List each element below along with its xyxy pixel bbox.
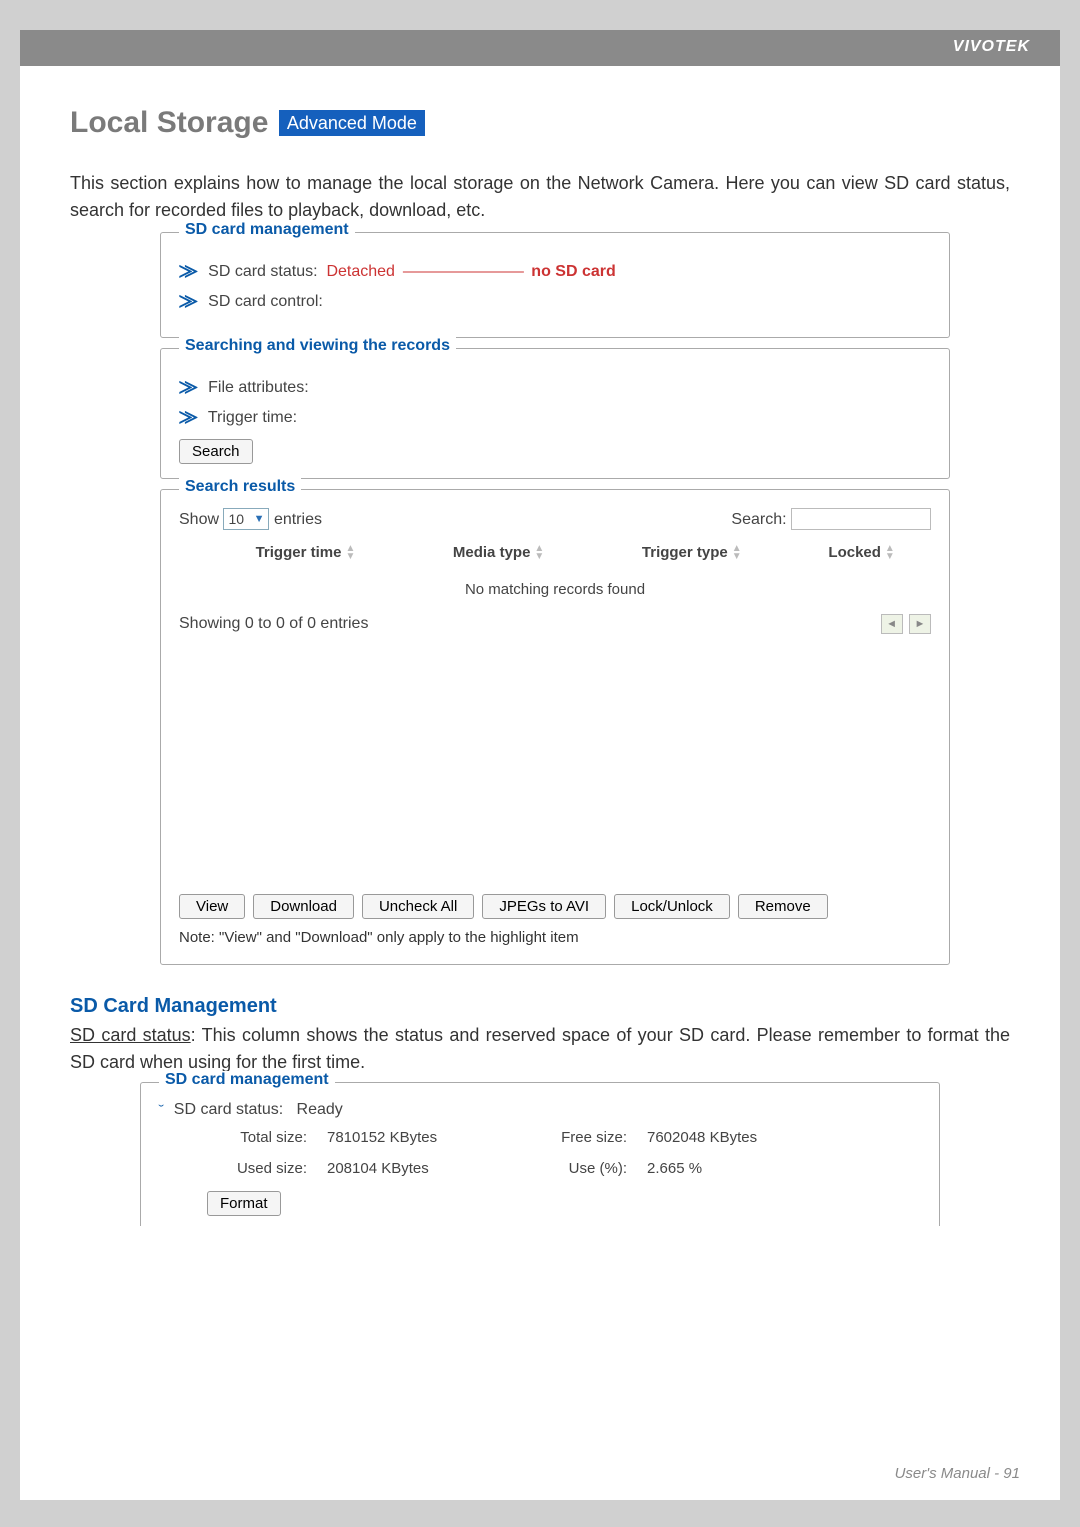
action-note: Note: "View" and "Download" only apply t… — [179, 929, 931, 946]
view-button[interactable]: View — [179, 894, 245, 919]
sd-card-management-heading: SD Card Management — [70, 995, 1060, 1018]
sd-status-row: ⨠ SD card status: Detached ———————— no S… — [179, 263, 931, 281]
jpegs-to-avi-button[interactable]: JPEGs to AVI — [482, 894, 606, 919]
prev-page-button[interactable]: ◄ — [881, 614, 903, 634]
results-footer: Showing 0 to 0 of 0 entries ◄ ► — [179, 614, 931, 634]
sd-status-underline: SD card status — [70, 1025, 191, 1045]
sd-status-value: Detached — [322, 263, 395, 280]
format-button[interactable]: Format — [207, 1191, 281, 1216]
sort-icon: ▲▼ — [885, 545, 895, 561]
advanced-mode-badge: Advanced Mode — [279, 110, 425, 136]
no-match-message: No matching records found — [179, 567, 931, 608]
free-size-value: 7602048 KBytes — [647, 1129, 817, 1146]
used-size-value: 208104 KBytes — [327, 1160, 517, 1177]
status-line: ———————— — [399, 263, 522, 280]
bullet-icon: ⨠ — [179, 379, 198, 396]
bullet-icon: ⨠ — [179, 263, 198, 280]
sort-icon: ▲▼ — [732, 545, 742, 561]
sort-icon: ▲▼ — [345, 545, 355, 561]
entries-value: 10 — [228, 511, 244, 527]
free-size-label: Free size: — [517, 1129, 647, 1146]
entries-select[interactable]: 10 ▼ — [223, 508, 269, 530]
results-toolbar: Show 10 ▼ entries Search: — [179, 508, 931, 530]
sd-card-management-text: SD card status: This column shows the st… — [20, 1022, 1060, 1076]
table-header-row: Trigger time▲▼ Media type▲▼ Trigger type… — [179, 538, 931, 567]
showing-text: Showing 0 to 0 of 0 entries — [179, 615, 368, 633]
file-attributes-row: ⨠ File attributes: — [179, 379, 931, 397]
used-size-label: Used size: — [187, 1160, 327, 1177]
bullet-icon: ⨠ — [179, 293, 198, 310]
next-page-button[interactable]: ► — [909, 614, 931, 634]
sd-status-label: SD card status: — [208, 263, 317, 280]
action-button-row: View Download Uncheck All JPEGs to AVI L… — [179, 894, 931, 919]
col-trigger-time[interactable]: Trigger time▲▼ — [205, 538, 406, 567]
sd-status-label: SD card status: — [174, 1101, 283, 1118]
brand-label: VIVOTEK — [953, 38, 1030, 56]
trigger-time-row: ⨠ Trigger time: — [179, 409, 931, 427]
file-attributes-label: File attributes: — [208, 379, 308, 396]
lock-unlock-button[interactable]: Lock/Unlock — [614, 894, 730, 919]
total-size-value: 7810152 KBytes — [327, 1129, 517, 1146]
total-size-label: Total size: — [187, 1129, 327, 1146]
col-trigger-type[interactable]: Trigger type▲▼ — [591, 538, 792, 567]
search-button[interactable]: Search — [179, 439, 253, 464]
chevron-down-icon: ▼ — [254, 513, 265, 525]
page-title: Local Storage — [70, 106, 268, 139]
searching-records-panel: Searching and viewing the records ⨠ File… — [160, 348, 950, 479]
status-grid: Total size: 7810152 KBytes Free size: 76… — [187, 1129, 921, 1216]
use-percent-value: 2.665 % — [647, 1160, 817, 1177]
content-area: Local Storage Advanced Mode This section… — [20, 66, 1060, 965]
col-locked[interactable]: Locked▲▼ — [792, 538, 931, 567]
results-table: Trigger time▲▼ Media type▲▼ Trigger type… — [179, 538, 931, 608]
search-input[interactable] — [791, 508, 931, 530]
panel-legend: Search results — [179, 478, 301, 496]
col-media-type[interactable]: Media type▲▼ — [406, 538, 591, 567]
search-filter-label: Search: — [731, 511, 786, 528]
sd-control-label: SD card control: — [208, 293, 323, 310]
page-footer: User's Manual - 91 — [895, 1465, 1020, 1482]
no-sd-card-label: no SD card — [531, 263, 615, 280]
search-filter-group: Search: — [731, 508, 931, 530]
sd-card-management-panel-ready: SD card management ˇ SD card status: Rea… — [140, 1082, 940, 1226]
chevron-down-icon: ˇ — [158, 1102, 164, 1117]
entries-label: entries — [274, 511, 322, 528]
intro-paragraph: This section explains how to manage the … — [70, 170, 1010, 224]
download-button[interactable]: Download — [253, 894, 354, 919]
title-row: Local Storage Advanced Mode — [70, 106, 1010, 140]
panel-legend: SD card management — [179, 221, 355, 239]
sd-control-row: ⨠ SD card control: — [179, 293, 931, 311]
document-page: VIVOTEK Local Storage Advanced Mode This… — [20, 30, 1060, 1500]
use-percent-label: Use (%): — [517, 1160, 647, 1177]
sd-status-value: Ready — [297, 1101, 343, 1118]
pager: ◄ ► — [879, 614, 931, 634]
sd-status-row-ready: ˇ SD card status: Ready — [159, 1101, 921, 1119]
trigger-time-label: Trigger time: — [208, 409, 297, 426]
sd-card-management-panel-detached: SD card management ⨠ SD card status: Det… — [160, 232, 950, 338]
show-label: Show — [179, 511, 219, 528]
bullet-icon: ⨠ — [179, 409, 198, 426]
header-band: VIVOTEK — [20, 30, 1060, 66]
uncheck-all-button[interactable]: Uncheck All — [362, 894, 474, 919]
panel-legend: Searching and viewing the records — [179, 337, 456, 355]
panel-legend: SD card management — [159, 1071, 335, 1089]
show-entries-group: Show 10 ▼ entries — [179, 508, 322, 530]
remove-button[interactable]: Remove — [738, 894, 828, 919]
sort-icon: ▲▼ — [534, 545, 544, 561]
search-results-panel: Search results Show 10 ▼ entries Search: — [160, 489, 950, 965]
